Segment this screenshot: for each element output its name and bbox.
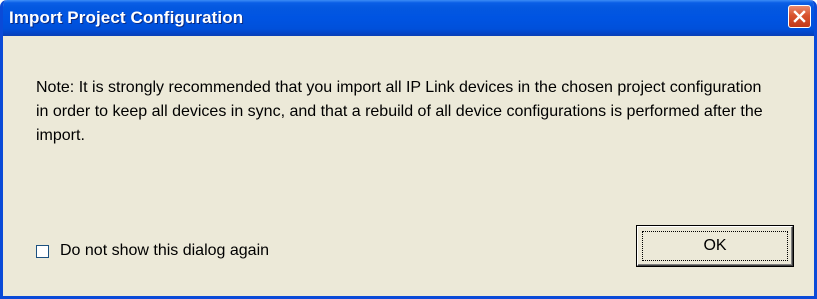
title-bar[interactable]: Import Project Configuration	[3, 0, 814, 36]
dont-show-again-checkbox-row[interactable]: Do not show this dialog again	[36, 241, 269, 261]
window-title: Import Project Configuration	[9, 8, 244, 27]
close-icon	[793, 10, 806, 23]
dont-show-again-checkbox[interactable]	[36, 244, 49, 258]
dont-show-again-label[interactable]: Do not show this dialog again	[60, 242, 269, 260]
dialog-window: Import Project Configuration Note: It is…	[0, 0, 817, 299]
ok-button-label: OK	[703, 237, 727, 254]
close-button[interactable]	[788, 5, 811, 28]
note-text: Note: It is strongly recommended that yo…	[36, 79, 763, 144]
ok-button[interactable]: OK	[637, 226, 793, 266]
dialog-body: Note: It is strongly recommended that yo…	[3, 36, 814, 296]
